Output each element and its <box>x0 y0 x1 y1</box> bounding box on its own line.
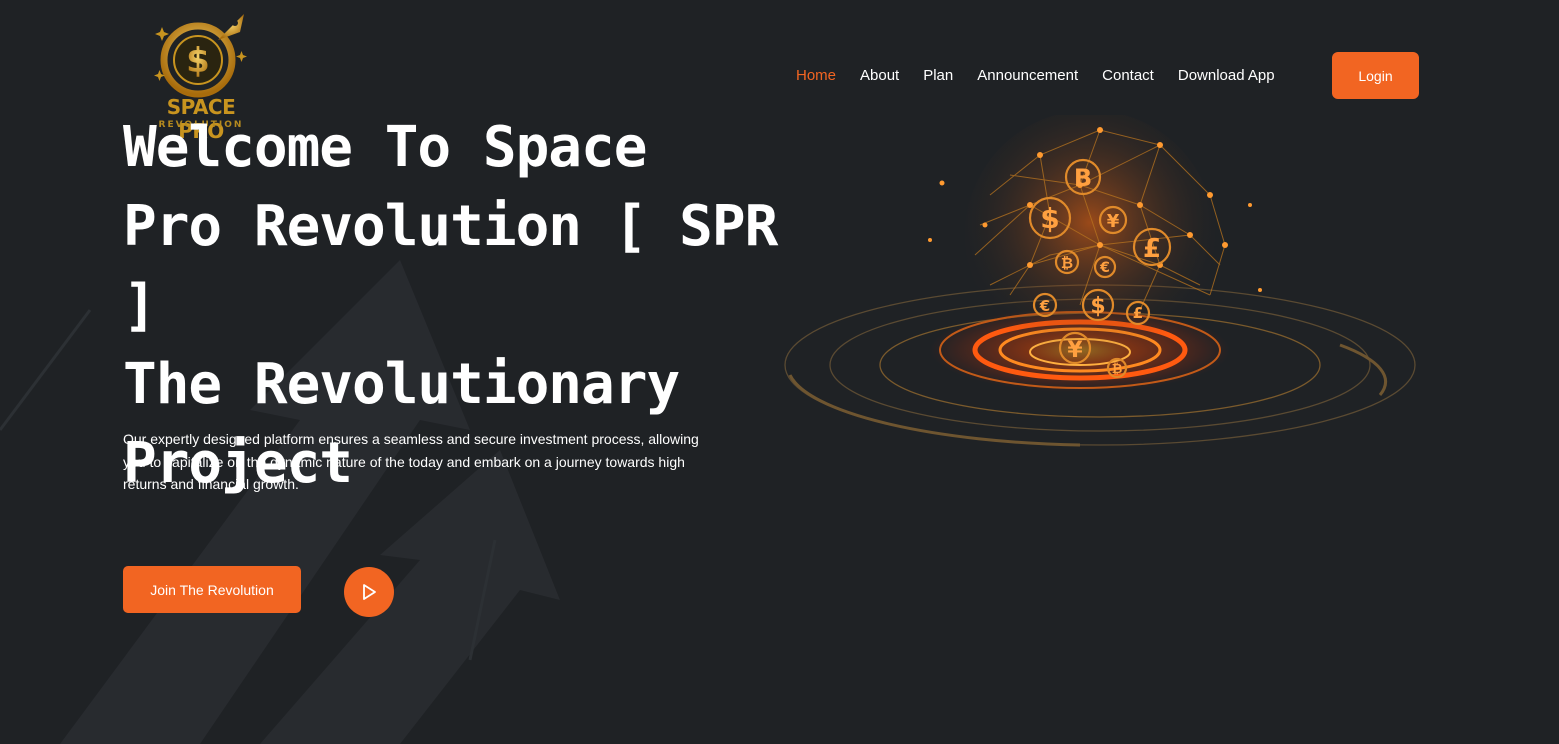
nav-download-app[interactable]: Download App <box>1178 66 1275 86</box>
dollar-symbol: $ <box>1090 294 1105 319</box>
crypto-globe-icon: B $ ¥ £ ₿ € $ € ¥ ₿ £ <box>784 115 1416 447</box>
bitcoin-symbol: ₿ <box>1061 254 1073 272</box>
nav-home[interactable]: Home <box>796 66 836 86</box>
dollar-symbol: $ <box>1040 202 1059 235</box>
svg-text:$: $ <box>186 41 210 81</box>
yen-symbol: ¥ <box>1067 338 1083 363</box>
landing-page: $ SPACE PRO REVOLUTION Home About Plan A… <box>0 0 1559 744</box>
bitcoin-symbol: ₿ <box>1112 362 1123 377</box>
pound-symbol: £ <box>1133 304 1143 322</box>
hero-title-line: Pro Revolution [ SPR ] <box>123 194 778 338</box>
nav-about[interactable]: About <box>860 66 899 86</box>
euro-symbol: € <box>1099 260 1110 276</box>
login-button[interactable]: Login <box>1332 52 1419 99</box>
hero-title-line: Welcome To Space <box>123 115 647 180</box>
join-revolution-button[interactable]: Join The Revolution <box>123 566 301 613</box>
nav-contact[interactable]: Contact <box>1102 66 1154 86</box>
euro-symbol: € <box>1039 297 1050 315</box>
yen-symbol: ¥ <box>1107 211 1120 232</box>
bitcoin-symbol: B <box>1074 164 1092 192</box>
hero-title-line: The Revolutionary <box>123 352 680 417</box>
play-video-button[interactable] <box>344 567 394 617</box>
pound-symbol: £ <box>1143 234 1161 264</box>
hero-description: Our expertly designed platform ensures a… <box>123 431 699 492</box>
main-nav: Home About Plan Announcement Contact Dow… <box>796 66 1299 86</box>
nav-announcement[interactable]: Announcement <box>977 66 1078 86</box>
play-icon <box>363 584 376 600</box>
nav-plan[interactable]: Plan <box>923 66 953 86</box>
